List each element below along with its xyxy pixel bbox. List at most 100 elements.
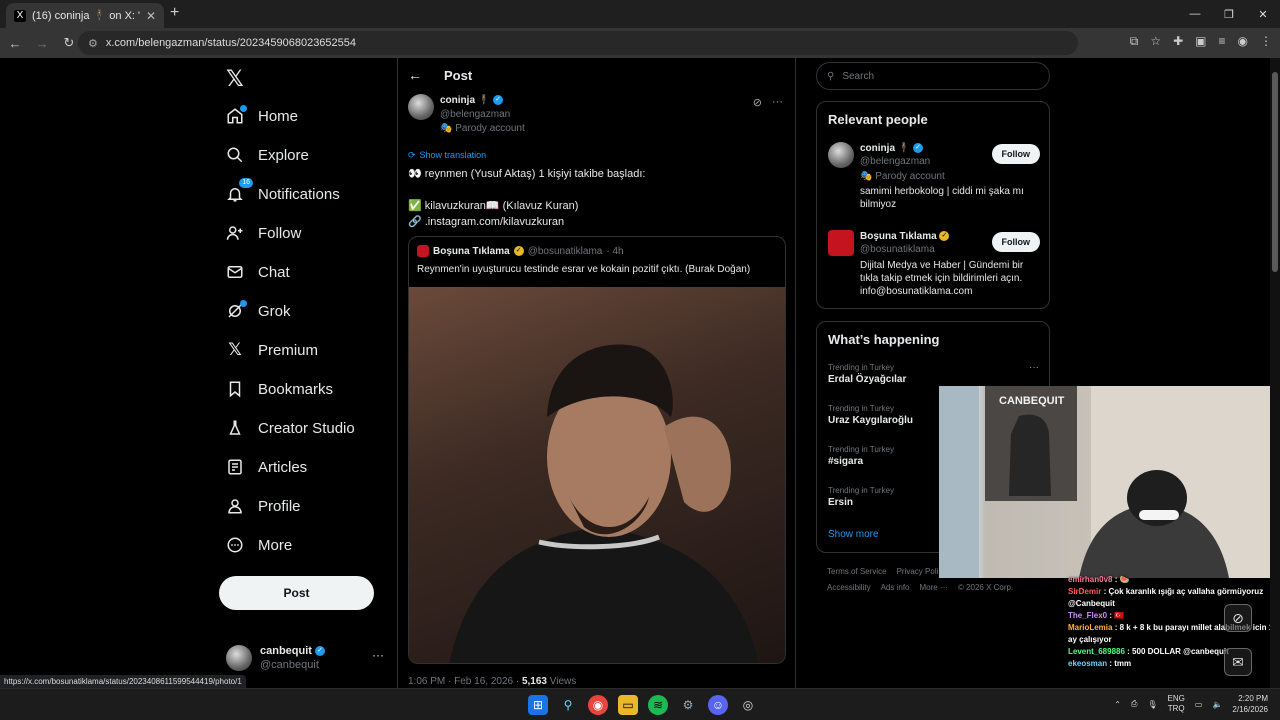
x-logo-icon[interactable]: 𝕏 <box>226 66 244 92</box>
file-explorer-icon[interactable]: ▭ <box>618 695 638 715</box>
close-window-icon[interactable]: ✕ <box>1246 0 1280 28</box>
footer-link[interactable]: Terms of Service <box>827 567 887 576</box>
url-text: x.com/belengazman/status/202345906802365… <box>105 37 357 49</box>
nav-chat[interactable]: Chat <box>226 255 290 289</box>
site-info-icon[interactable]: ⚙ <box>88 37 98 50</box>
nav-label: Chat <box>258 263 290 281</box>
show-translation-link[interactable]: ⟳ Show translation <box>408 150 486 161</box>
verified-badge-icon: ✓ <box>939 231 950 242</box>
follow-button[interactable]: Follow <box>991 232 1040 252</box>
settings-icon[interactable]: ⚙ <box>678 695 698 715</box>
trend-item[interactable]: Trending in Turkey Uraz Kaygılaroğlu <box>828 403 913 427</box>
search-icon[interactable]: ⚲ <box>558 695 578 715</box>
nav-creator-studio[interactable]: Creator Studio <box>226 411 355 445</box>
man-portrait-image <box>449 344 759 663</box>
spotify-icon[interactable]: ≋ <box>648 695 668 715</box>
footer-link[interactable]: Ads info <box>881 583 910 592</box>
tray-chevron-icon[interactable]: ⌃ <box>1114 700 1121 709</box>
nav-profile[interactable]: Profile <box>226 489 301 523</box>
trend-item[interactable]: Trending in Turkey Ersin <box>828 485 894 509</box>
menu-icon[interactable]: ⋮ <box>1260 34 1272 49</box>
chat-user: ekeosman <box>1068 659 1108 668</box>
browser-tab[interactable]: X (16) coninja 🕴️ on X: "👀 reyn ✕ <box>6 3 164 28</box>
show-translation-label: Show translation <box>419 150 487 160</box>
scrollbar-thumb[interactable] <box>1272 72 1278 272</box>
grok-floating-icon[interactable]: ⊘ <box>1224 604 1252 632</box>
follow-button[interactable]: Follow <box>991 144 1040 164</box>
nav-more[interactable]: More <box>226 528 292 562</box>
obs-icon[interactable]: ◎ <box>738 695 758 715</box>
system-tray: ⌃ ⎙ 🎙 ENG TRQ ▭ 🔈 2:20 PM 2/16/2026 <box>1114 693 1268 715</box>
author-name[interactable]: coninja 🕴️ <box>440 95 490 106</box>
nav-follow[interactable]: Follow <box>226 216 301 250</box>
footer-link[interactable]: Accessibility <box>827 583 871 592</box>
chat-user: SirDemir <box>1068 587 1102 596</box>
profile-avatar-icon[interactable]: ◉ <box>1238 34 1248 49</box>
quoted-post[interactable]: Boşuna Tıklama ✓ @bosunatiklama · 4h Rey… <box>408 236 786 664</box>
language-indicator[interactable]: ENG TRQ <box>1168 694 1185 714</box>
back-icon[interactable]: ← <box>3 36 27 51</box>
back-arrow-icon[interactable]: ← <box>408 67 422 83</box>
trend-item[interactable]: Trending in Turkey Erdal Özyağcılar <box>828 362 906 386</box>
footer-link[interactable]: More ··· <box>919 583 947 592</box>
url-field[interactable]: ⚙ x.com/belengazman/status/2023459068023… <box>78 31 1078 55</box>
post-more-icon[interactable]: ··· <box>772 96 783 109</box>
bookmark-star-icon[interactable]: ☆ <box>1150 34 1161 49</box>
install-app-icon[interactable]: ⧉ <box>1130 34 1139 49</box>
account-switcher[interactable]: canbequit ✓ @canbequit ··· <box>226 644 384 672</box>
chrome-icon[interactable]: ◉ <box>588 695 608 715</box>
chat-text: : tmm <box>1107 659 1132 668</box>
nav-explore[interactable]: Explore <box>226 138 309 172</box>
extensions-icon[interactable]: ✚ <box>1173 34 1183 49</box>
grok-icon <box>226 300 247 320</box>
views-count: 5,163 <box>521 676 547 687</box>
poster-title: CANBEQUIT <box>999 395 1065 407</box>
new-tab-icon[interactable]: + <box>170 4 179 22</box>
nav-bookmarks[interactable]: Bookmarks <box>226 372 333 406</box>
trend-topic: Uraz Kaygılaroğlu <box>828 415 914 426</box>
author-avatar[interactable] <box>408 94 434 120</box>
person-card[interactable]: coninja 🕴️ ✓ @belengazman 🎭 Parody accou… <box>828 142 1040 211</box>
page-scrollbar[interactable] <box>1270 58 1280 688</box>
mail-icon <box>226 263 244 281</box>
chat-message: emirhan0v8 : 🍉 <box>1068 574 1278 586</box>
nav-premium[interactable]: 𝕏 Premium <box>226 333 318 367</box>
account-more-icon[interactable]: ··· <box>372 648 384 662</box>
avatar <box>828 142 854 168</box>
discord-icon[interactable]: ☺ <box>708 695 728 715</box>
nav-home[interactable]: Home <box>226 99 298 133</box>
show-more-link[interactable]: Show more <box>828 529 879 540</box>
split-view-icon[interactable]: ▣ <box>1195 34 1206 49</box>
browser-toolbar: ⧉ ☆ ✚ ▣ ≡ ◉ ⋮ <box>1130 34 1272 49</box>
grok-explain-icon[interactable]: ⊘ <box>753 96 762 109</box>
footer-link[interactable]: Privacy Poli <box>897 567 939 576</box>
forward-icon[interactable]: → <box>30 36 54 51</box>
restore-icon[interactable]: ❐ <box>1212 0 1246 28</box>
post-line[interactable]: 🔗 .instagram.com/kilavuzkuran <box>408 214 788 230</box>
address-bar-row: ← → ↻ ⚙ x.com/belengazman/status/2023459… <box>0 28 1280 58</box>
nav-articles[interactable]: Articles <box>226 450 307 484</box>
nav-notifications[interactable]: 16 Notifications <box>226 177 340 211</box>
close-tab-icon[interactable]: ✕ <box>146 9 156 23</box>
window-controls: — ❐ ✕ <box>1178 0 1280 28</box>
reading-list-icon[interactable]: ≡ <box>1219 34 1226 49</box>
trend-more-icon[interactable]: ··· <box>1029 362 1039 373</box>
quote-photo[interactable] <box>409 287 785 663</box>
trend-item[interactable]: Trending in Turkey #sigara <box>828 444 894 468</box>
nav-grok[interactable]: Grok <box>226 294 291 328</box>
volume-icon[interactable]: 🔈 <box>1212 700 1222 709</box>
nav-label: Notifications <box>258 185 340 203</box>
account-handle: @canbequit <box>260 659 319 671</box>
post-button[interactable]: Post <box>219 576 374 610</box>
start-menu-icon[interactable]: ⊞ <box>528 695 548 715</box>
author-handle[interactable]: @belengazman <box>440 108 525 122</box>
network-icon[interactable]: ⎙ <box>1131 699 1137 709</box>
messages-floating-icon[interactable]: ✉ <box>1224 648 1252 676</box>
clock[interactable]: 2:20 PM 2/16/2026 <box>1232 693 1268 715</box>
person-card[interactable]: Boşuna Tıklama ✓ @bosunatiklama Dijital … <box>828 230 1040 298</box>
minimize-icon[interactable]: — <box>1178 0 1212 28</box>
search-input[interactable]: ⚲ Search <box>816 62 1050 90</box>
display-icon[interactable]: ▭ <box>1195 700 1203 709</box>
post-timestamp[interactable]: 1:06 PM · Feb 16, 2026 · <box>408 676 522 687</box>
mic-icon[interactable]: 🎙 <box>1147 700 1157 709</box>
